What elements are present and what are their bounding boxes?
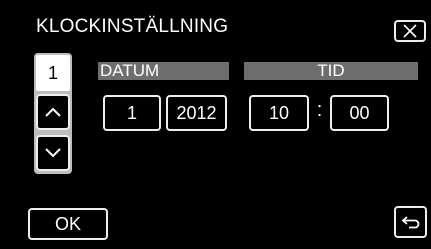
return-arrow-icon — [401, 214, 421, 230]
day-field[interactable]: 1 — [103, 95, 161, 131]
chevron-up-icon — [44, 106, 62, 118]
increase-button[interactable] — [36, 94, 70, 130]
time-header-label: TID — [317, 61, 345, 80]
hour-field[interactable]: 10 — [249, 95, 309, 131]
ok-button[interactable]: OK — [28, 208, 108, 240]
date-header: DATUM — [98, 62, 229, 80]
time-header: TID — [244, 62, 418, 80]
back-button[interactable] — [394, 206, 427, 238]
date-header-label: DATUM — [100, 61, 160, 80]
decrease-button[interactable] — [36, 135, 70, 171]
time-separator: : — [316, 99, 323, 121]
page-title: KLOCKINSTÄLLNING — [36, 16, 229, 37]
close-x-icon — [402, 24, 418, 38]
clock-setting-screen: KLOCKINSTÄLLNING 1 DATUM TID 1 2012 10:… — [0, 0, 431, 249]
chevron-down-icon — [44, 147, 62, 159]
year-field[interactable]: 2012 — [166, 95, 227, 131]
minute-field[interactable]: 00 — [330, 95, 389, 131]
stepper-value: 1 — [36, 55, 70, 91]
close-button[interactable] — [394, 20, 426, 42]
